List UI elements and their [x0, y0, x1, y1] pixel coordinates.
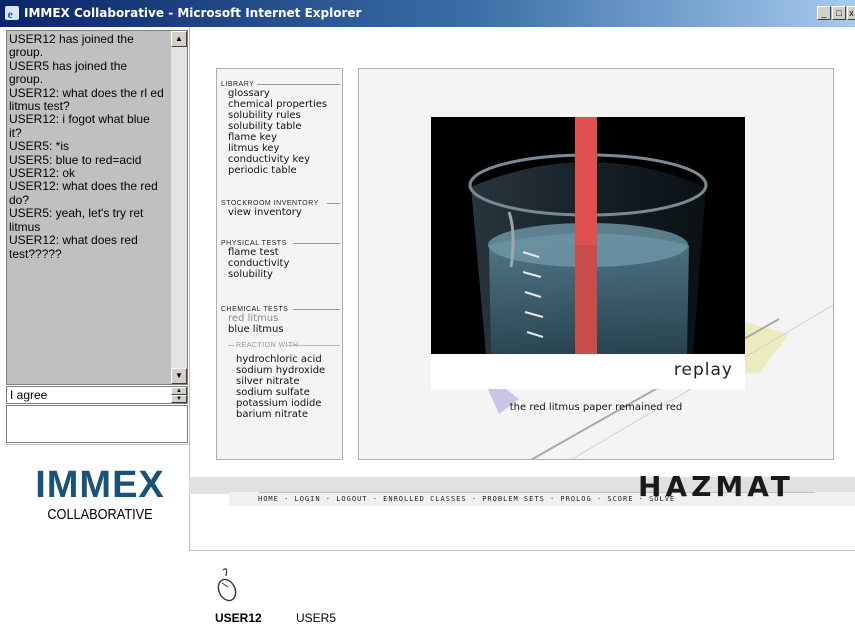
menu-item-flame-key[interactable]: flame key [228, 132, 277, 143]
site-nav[interactable]: HOME · LOGIN · LOGOUT · ENROLLED CLASSES… [258, 495, 675, 503]
menu-item-litmus-key[interactable]: litmus key [228, 143, 279, 154]
chat-log[interactable]: USER12 has joined the group. USER5 has j… [6, 30, 188, 385]
other-user-label: USER5 [296, 611, 337, 625]
divider [189, 550, 855, 551]
menu-item-conductivity[interactable]: conductivity [228, 258, 289, 269]
window-title: IMMEX Collaborative - Microsoft Internet… [24, 6, 362, 20]
experiment-stage: replay the red litmus paper remained red [358, 68, 834, 460]
chat-line: USER5: *is [9, 139, 70, 154]
immex-logo: IMMEX COLLABORATIVE [30, 466, 170, 523]
menu-item-chemical-properties[interactable]: chemical properties [228, 99, 327, 110]
menu-item-solubility[interactable]: solubility [228, 269, 273, 280]
library-menu: LIBRARY glossary chemical properties sol… [216, 68, 343, 460]
chat-line: USER12: what does the red [9, 179, 158, 194]
logo-subtitle: COLLABORATIVE [47, 506, 153, 523]
chat-line: litmus test? [9, 99, 70, 114]
section-title-library: LIBRARY [221, 81, 255, 88]
chat-line: USER12: ok [9, 166, 76, 181]
menu-item-sodium-sulfate[interactable]: sodium sulfate [236, 387, 310, 398]
stepper-down-icon[interactable]: ▼ [171, 395, 187, 403]
menu-item-blue-litmus[interactable]: blue litmus [228, 324, 284, 335]
chat-line: test????? [9, 246, 62, 261]
menu-item-glossary[interactable]: glossary [228, 88, 270, 99]
chat-line: group. [9, 45, 44, 60]
chat-line: USER5 has joined the [9, 58, 128, 73]
scroll-down-arrow-icon[interactable]: ▼ [171, 368, 187, 384]
chat-line: USER12 has joined the [9, 32, 134, 46]
chat-input-value: I agree [10, 388, 48, 402]
menu-item-conductivity-key[interactable]: conductivity key [228, 154, 310, 165]
divider [257, 84, 340, 85]
chat-line: do? [9, 192, 30, 207]
chat-messages: USER12 has joined the group. USER5 has j… [9, 32, 169, 261]
mouse-icon [217, 568, 237, 602]
menu-item-flame-test[interactable]: flame test [228, 247, 279, 258]
scroll-up-arrow-icon[interactable]: ▲ [171, 31, 187, 47]
chat-scrollbar[interactable]: ▲ ▼ [171, 31, 187, 384]
menu-item-view-inventory[interactable]: view inventory [228, 207, 302, 218]
chat-input[interactable]: I agree ▲ ▼ [6, 386, 188, 404]
menu-item-silver-nitrate[interactable]: silver nitrate [236, 376, 299, 387]
active-user-label: USER12 [215, 611, 262, 625]
window-titlebar: e IMMEX Collaborative - Microsoft Intern… [0, 0, 855, 27]
section-title-chemical-tests: CHEMICAL TESTS [221, 306, 289, 313]
menu-item-solubility-table[interactable]: solubility table [228, 121, 301, 132]
divider [327, 203, 340, 204]
menu-item-solubility-rules[interactable]: solubility rules [228, 110, 301, 121]
input-stepper[interactable]: ▲ ▼ [171, 387, 187, 403]
logo-name: IMMEX [35, 464, 165, 506]
divider [6, 444, 188, 445]
chat-line: group. [9, 72, 44, 87]
replay-button[interactable]: replay [674, 360, 733, 380]
menu-item-red-litmus[interactable]: red litmus [228, 313, 278, 324]
chat-line: USER12: what does red [9, 233, 138, 248]
divider [287, 345, 340, 346]
svg-text:e: e [8, 7, 14, 21]
replay-bar: replay [431, 354, 745, 389]
minimize-button[interactable]: _ [817, 6, 831, 20]
internet-explorer-icon: e [5, 6, 19, 21]
chat-line: USER5: yeah, let's try ret [9, 206, 144, 221]
chat-line: litmus [9, 219, 41, 234]
litmus-video [431, 117, 745, 354]
divider [293, 243, 340, 244]
menu-item-potassium-iodide[interactable]: potassium iodide [236, 398, 322, 409]
menu-item-sodium-hydroxide[interactable]: sodium hydroxide [236, 365, 325, 376]
compose-area[interactable] [6, 405, 188, 443]
divider [228, 345, 234, 346]
menu-item-hydrochloric-acid[interactable]: hydrochloric acid [236, 354, 322, 365]
chat-line: USER12: i fogot what blue [9, 112, 150, 127]
menu-item-barium-nitrate[interactable]: barium nitrate [236, 409, 308, 420]
chat-line: USER5: blue to red=acid [9, 152, 142, 167]
stepper-up-icon[interactable]: ▲ [171, 387, 187, 395]
chat-line: it? [9, 125, 22, 140]
section-title-stockroom: STOCKROOM INVENTORY [221, 200, 319, 207]
chat-line: USER12: what does the rl ed [9, 85, 164, 100]
divider [293, 309, 340, 310]
section-title-physical-tests: PHYSICAL TESTS [221, 240, 287, 247]
beaker-image [431, 117, 745, 354]
maximize-button[interactable]: □ [832, 6, 846, 20]
close-button[interactable]: x [847, 6, 855, 20]
result-text: the red litmus paper remained red [509, 402, 683, 413]
menu-item-periodic-table[interactable]: periodic table [228, 165, 297, 176]
